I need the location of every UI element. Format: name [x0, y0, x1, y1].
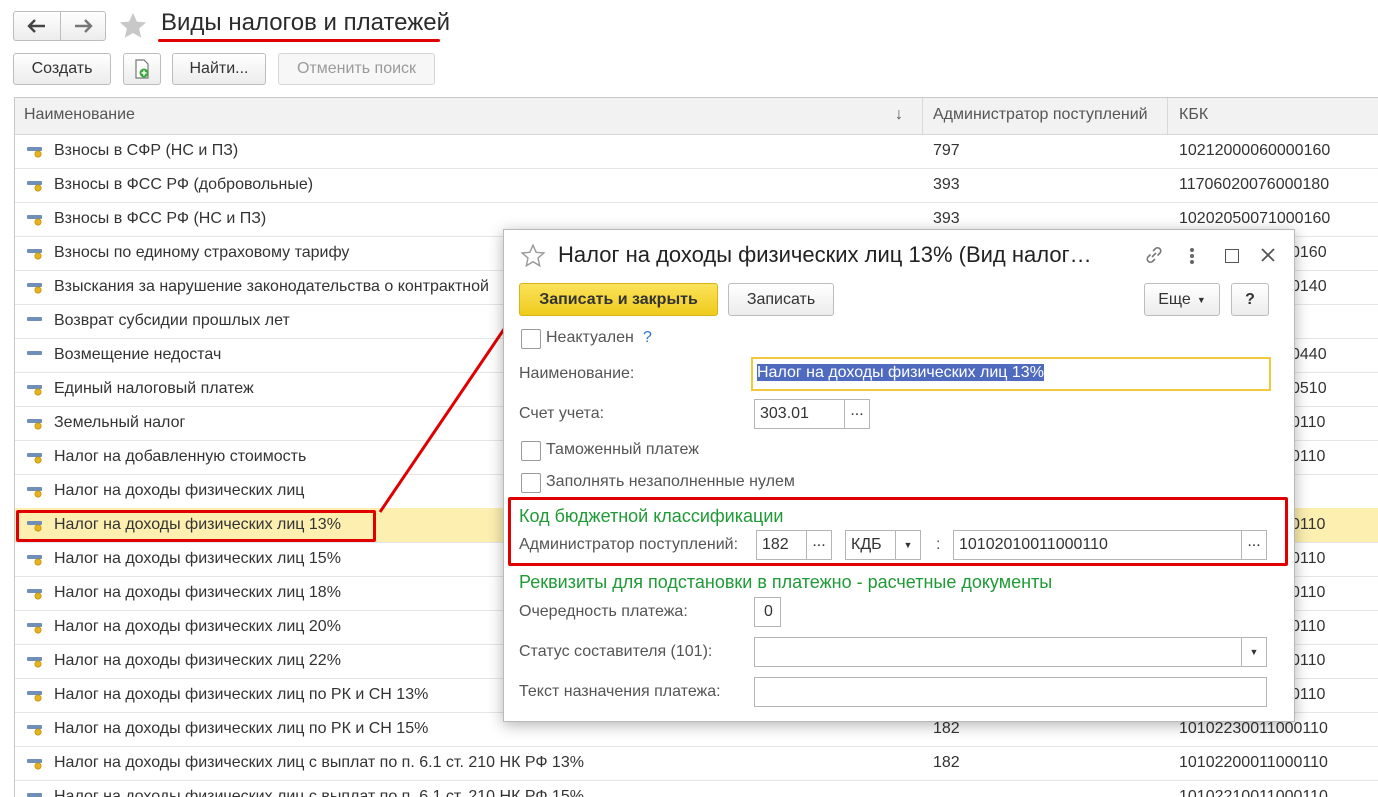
- status-select[interactable]: [754, 637, 1244, 667]
- inactive-label: Неактуален: [546, 329, 634, 347]
- priority-input[interactable]: 0: [754, 597, 781, 627]
- inactive-checkbox[interactable]: [521, 329, 541, 349]
- save-and-close-button[interactable]: Записать и закрыть: [519, 283, 718, 316]
- customs-checkbox[interactable]: [521, 441, 541, 461]
- name-label: Наименование:: [519, 365, 634, 383]
- more-button-label: Еще: [1158, 291, 1191, 309]
- name-input[interactable]: Налог на доходы физических лиц 13%: [751, 357, 1271, 391]
- status-dropdown-button[interactable]: ▼: [1241, 637, 1267, 667]
- name-input-value: Налог на доходы физических лиц 13%: [757, 364, 1044, 381]
- dialog-title: Налог на доходы физических лиц 13% (Вид …: [558, 242, 1092, 268]
- more-button[interactable]: Еще ▼: [1144, 283, 1220, 316]
- priority-label: Очередность платежа:: [519, 603, 688, 621]
- purpose-input[interactable]: [754, 677, 1267, 707]
- account-label: Счет учета:: [519, 405, 604, 423]
- help-button[interactable]: ?: [1231, 283, 1269, 316]
- chevron-down-icon: ▼: [1197, 295, 1206, 305]
- dialog-favorite-star-icon[interactable]: [520, 243, 546, 274]
- kbk-section-annotation: [508, 497, 1288, 566]
- status-label: Статус составителя (101):: [519, 643, 712, 661]
- save-button[interactable]: Записать: [728, 283, 834, 316]
- fill-zero-checkbox[interactable]: [521, 473, 541, 493]
- tax-type-dialog: Налог на доходы физических лиц 13% (Вид …: [503, 229, 1295, 722]
- link-icon[interactable]: [1143, 244, 1165, 271]
- close-icon[interactable]: [1260, 247, 1276, 268]
- fill-zero-label: Заполнять незаполненные нулем: [546, 473, 795, 491]
- customs-label: Таможенный платеж: [546, 441, 699, 459]
- account-input[interactable]: 303.01: [754, 399, 846, 429]
- more-actions-icon[interactable]: [1189, 247, 1195, 265]
- inactive-help-icon[interactable]: ?: [643, 329, 652, 347]
- maximize-icon[interactable]: [1225, 249, 1239, 263]
- account-select-button[interactable]: ...: [844, 399, 870, 429]
- purpose-label: Текст назначения платежа:: [519, 683, 721, 701]
- requisites-section-title: Реквизиты для подстановки в платежно - р…: [519, 572, 1052, 593]
